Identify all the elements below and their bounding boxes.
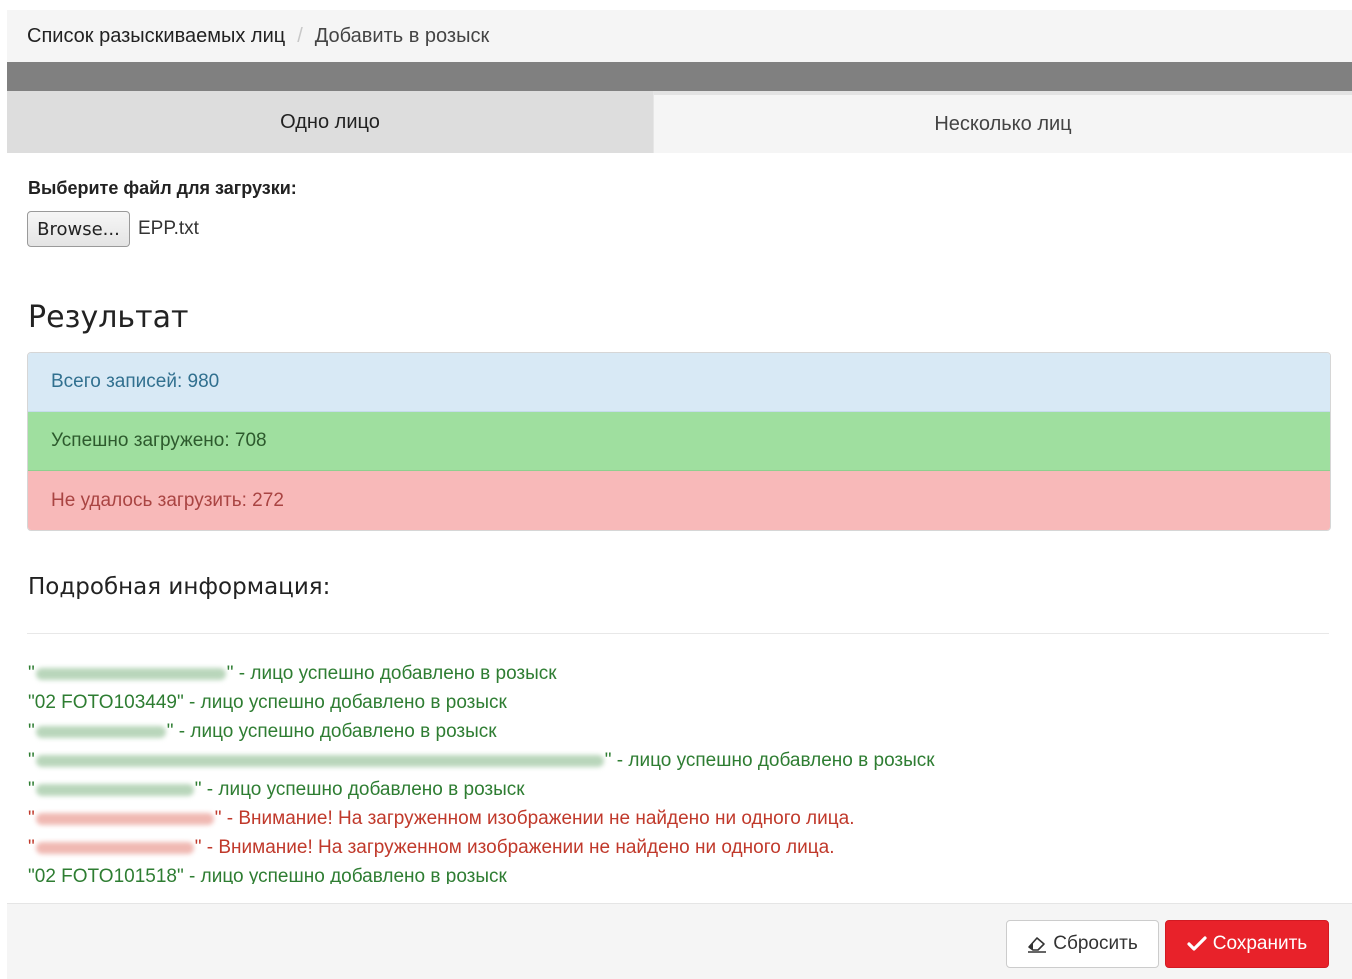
- result-summary: Всего записей: 980 Успешно загружено: 70…: [27, 352, 1331, 531]
- quote-close: ": [166, 721, 174, 742]
- file-input: Browse... EPP.txt: [27, 211, 199, 247]
- divider: [27, 633, 1329, 634]
- quote-close: ": [226, 663, 234, 684]
- redacted-name: [35, 754, 604, 767]
- total-records: Всего записей: 980: [28, 353, 1330, 412]
- quote-open: ": [28, 721, 35, 742]
- redacted-name: [35, 725, 166, 738]
- quote-close: ": [214, 808, 222, 829]
- log-message: - лицо успешно добавлено в розыск: [183, 692, 507, 713]
- details-log[interactable]: " " - лицо успешно добавлено в розыск "02…: [28, 659, 1328, 884]
- log-line: "02 FOTO101518" - лицо успешно добавлено…: [28, 862, 1328, 884]
- log-line: " " - лицо успешно добавлено в розыск: [28, 717, 1328, 746]
- eraser-icon: [1027, 935, 1047, 953]
- log-line: "02 FOTO103449" - лицо успешно добавлено…: [28, 688, 1328, 717]
- quote-close: ": [177, 866, 184, 884]
- log-message: - лицо успешно добавлено в розыск: [233, 663, 557, 684]
- save-label: Сохранить: [1212, 933, 1308, 954]
- record-name: 02 FOTO103449: [34, 692, 177, 713]
- failed-count: Не удалось загрузить: 272: [28, 471, 1330, 530]
- check-icon: [1187, 935, 1207, 953]
- log-line: " " - лицо успешно добавлено в розыск: [28, 775, 1328, 804]
- browse-button[interactable]: Browse...: [27, 211, 130, 247]
- redacted-name: [35, 783, 194, 796]
- quote-open: ": [28, 837, 35, 858]
- log-line: " " - Внимание! На загруженном изображени…: [28, 804, 1328, 833]
- quote-open: ": [28, 779, 35, 800]
- quote-open: ": [28, 866, 35, 884]
- log-message: - лицо успешно добавлено в розыск: [201, 779, 525, 800]
- quote-close: ": [604, 750, 612, 771]
- redacted-name: [35, 812, 214, 825]
- breadcrumb: Список разыскиваемых лиц / Добавить в ро…: [7, 10, 1352, 62]
- tab-bar: Одно лицо Несколько лиц: [7, 91, 1352, 153]
- result-title: Результат: [28, 300, 189, 335]
- quote-open: ": [28, 663, 35, 684]
- breadcrumb-current: Добавить в розыск: [314, 24, 490, 47]
- log-message: - Внимание! На загруженном изображении н…: [221, 808, 855, 829]
- tab-single-face[interactable]: Одно лицо: [7, 91, 653, 153]
- quote-open: ": [28, 808, 35, 829]
- quote-close: ": [194, 779, 202, 800]
- log-line: " " - лицо успешно добавлено в розыск: [28, 659, 1328, 688]
- quote-open: ": [28, 692, 35, 713]
- breadcrumb-wanted-list-link[interactable]: Список разыскиваемых лиц: [27, 25, 285, 48]
- details-title: Подробная информация:: [28, 574, 331, 600]
- redacted-name: [35, 841, 194, 854]
- header-band: [7, 62, 1352, 91]
- form-footer: Сбросить Сохранить: [7, 903, 1352, 979]
- log-message: - лицо успешно добавлено в розыск: [183, 866, 507, 884]
- reset-button[interactable]: Сбросить: [1006, 920, 1159, 968]
- tab-multiple-faces[interactable]: Несколько лиц: [653, 91, 1352, 153]
- quote-open: ": [28, 750, 35, 771]
- save-button[interactable]: Сохранить: [1165, 920, 1329, 968]
- selected-file-name: EPP.txt: [138, 218, 199, 239]
- redacted-name: [35, 667, 226, 680]
- log-line: " " - Внимание! На загруженном изображени…: [28, 833, 1328, 862]
- quote-close: ": [177, 692, 184, 713]
- quote-close: ": [194, 837, 202, 858]
- reset-label: Сбросить: [1053, 933, 1138, 954]
- record-name: 02 FOTO101518: [34, 866, 177, 884]
- success-count: Успешно загружено: 708: [28, 412, 1330, 471]
- breadcrumb-separator: /: [297, 24, 303, 47]
- upload-label: Выберите файл для загрузки:: [28, 178, 297, 198]
- log-message: - лицо успешно добавлено в розыск: [611, 750, 935, 771]
- log-message: - лицо успешно добавлено в розыск: [173, 721, 497, 742]
- log-message: - Внимание! На загруженном изображении н…: [201, 837, 835, 858]
- log-line: " " - лицо успешно добавлено в розыск: [28, 746, 1328, 775]
